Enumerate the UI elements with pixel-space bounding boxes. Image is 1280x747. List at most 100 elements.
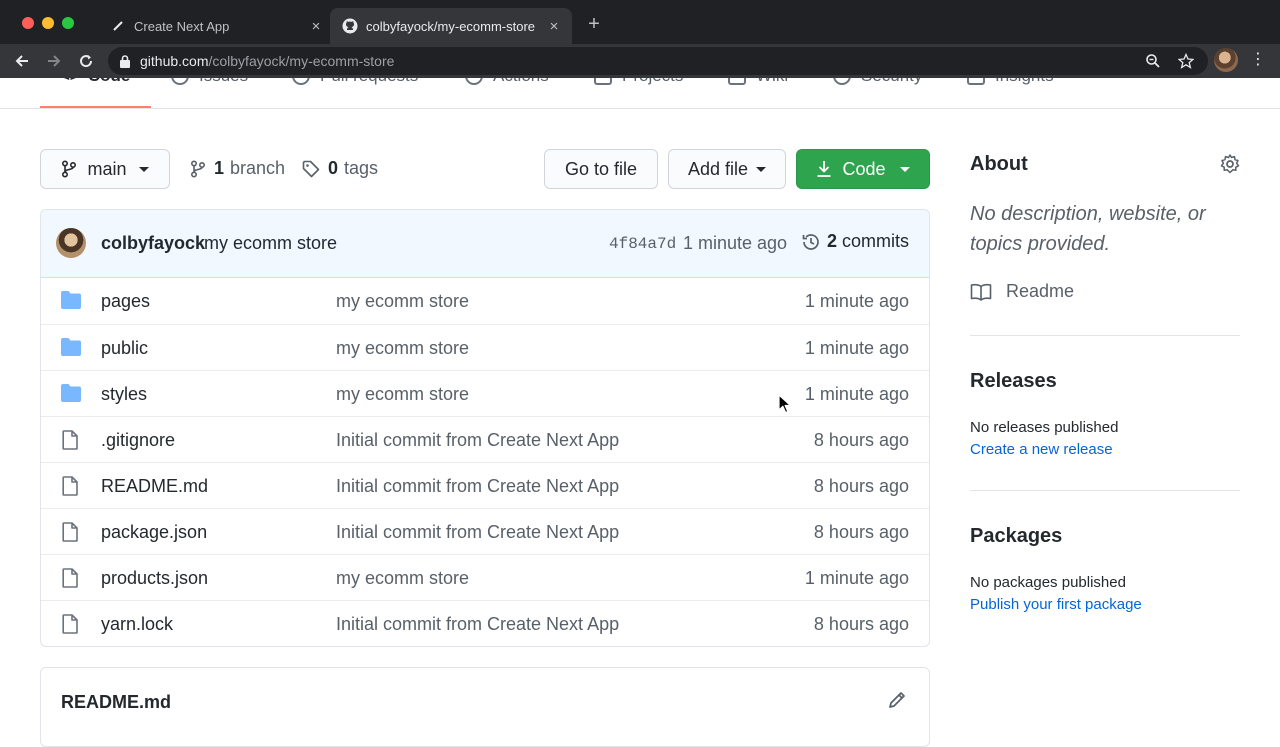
file-commit-message-link[interactable]: Initial commit from Create Next App <box>336 522 619 543</box>
file-row[interactable]: package.json Initial commit from Create N… <box>41 508 929 554</box>
button-label: Add file <box>687 158 749 179</box>
maximize-window-button[interactable] <box>62 17 74 29</box>
back-arrow-icon[interactable] <box>10 49 34 73</box>
releases-text: No releases published <box>970 419 1119 436</box>
zoom-icon[interactable] <box>1141 49 1165 73</box>
create-release-link[interactable]: Create a new release <box>970 441 1113 458</box>
file-commit-message-link[interactable]: my ecomm store <box>336 291 469 312</box>
file-commit-message-link[interactable]: Initial commit from Create Next App <box>336 476 619 497</box>
gear-icon[interactable] <box>1219 153 1241 175</box>
readme-link[interactable]: Readme <box>970 281 1074 302</box>
file-commit-message-link[interactable]: my ecomm store <box>336 568 469 589</box>
reload-icon[interactable] <box>74 49 98 73</box>
file-name-link[interactable]: styles <box>101 384 147 405</box>
file-row[interactable]: .gitignore Initial commit from Create Nex… <box>41 416 929 462</box>
readme-label: Readme <box>1006 281 1075 301</box>
forward-arrow-icon[interactable] <box>42 49 66 73</box>
file-row[interactable]: products.json my ecomm store 1 minute ago <box>41 554 929 600</box>
branch-select-button[interactable]: main <box>40 149 170 189</box>
file-name-link[interactable]: README.md <box>101 476 208 497</box>
repo-nav-more-icon[interactable]: ··· <box>1199 78 1222 86</box>
repo-nav-label: Code <box>88 78 131 86</box>
commit-author-link[interactable]: colbyfayock <box>101 233 205 254</box>
close-window-button[interactable] <box>22 17 34 29</box>
file-row[interactable]: README.md Initial commit from Create Next… <box>41 462 929 508</box>
add-file-button[interactable]: Add file <box>668 149 786 189</box>
about-heading: About <box>970 153 1028 175</box>
git-branch-icon <box>190 159 206 178</box>
file-name-link[interactable]: yarn.lock <box>101 614 173 635</box>
file-row[interactable]: styles my ecomm store 1 minute ago <box>41 370 929 416</box>
file-commit-age: 8 hours ago <box>813 476 909 496</box>
repo-nav-pull-requests[interactable]: Pull requests <box>292 78 418 86</box>
new-tab-button[interactable]: + <box>584 12 604 36</box>
profile-avatar[interactable] <box>1214 48 1238 72</box>
file-commit-message-link[interactable]: Initial commit from Create Next App <box>336 430 619 451</box>
file-row[interactable]: public my ecomm store 1 minute ago <box>41 324 929 370</box>
repo-nav-actions[interactable]: Actions <box>465 78 549 86</box>
author-avatar[interactable] <box>56 228 86 258</box>
commits-link[interactable]: 2 commits <box>801 231 909 252</box>
nextjs-favicon-icon <box>110 18 126 34</box>
code-download-button[interactable]: Code <box>796 149 930 189</box>
repo-nav-wiki[interactable]: Wiki <box>728 78 788 86</box>
history-icon <box>801 232 821 252</box>
commit-sha-link[interactable]: 4f84a7d <box>609 235 676 253</box>
file-icon <box>61 430 81 450</box>
url-text: github.com/colbyfayock/my-ecomm-store <box>140 53 395 69</box>
tab-title: Create Next App <box>134 18 230 34</box>
repo-nav-security[interactable]: Security <box>833 78 922 86</box>
commit-message-link[interactable]: my ecomm store <box>204 233 337 254</box>
repo-nav-issues[interactable]: Issues <box>171 78 248 86</box>
github-favicon-icon <box>342 18 358 34</box>
file-row[interactable]: pages my ecomm store 1 minute ago <box>41 278 929 324</box>
tab-github-repo[interactable]: colbyfayock/my-ecomm-store × <box>330 8 572 44</box>
download-icon <box>816 160 832 178</box>
divider <box>970 335 1240 336</box>
readme-box: README.md <box>40 667 930 747</box>
lock-icon <box>120 54 130 68</box>
tab-title: colbyfayock/my-ecomm-store <box>366 18 536 34</box>
browser-titlebar: Create Next App × colbyfayock/my-ecomm-s… <box>0 0 1280 44</box>
tags-link[interactable]: 0 tags <box>302 158 378 179</box>
file-name-link[interactable]: .gitignore <box>101 430 175 451</box>
file-commit-age: 8 hours ago <box>813 430 909 450</box>
commit-time: 1 minute ago <box>683 233 788 253</box>
file-listing: colbyfayock my ecomm store 4f84a7d 1 min… <box>40 209 930 647</box>
code-icon: <> <box>60 78 80 86</box>
file-name-link[interactable]: products.json <box>101 568 208 589</box>
file-commit-age: 1 minute ago <box>804 384 909 404</box>
file-icon <box>61 476 81 496</box>
file-commit-message-link[interactable]: Initial commit from Create Next App <box>336 614 619 635</box>
file-commit-age: 1 minute ago <box>804 568 909 588</box>
go-to-file-button[interactable]: Go to file <box>544 149 658 189</box>
repo-nav-insights[interactable]: Insights <box>967 78 1054 86</box>
minimize-window-button[interactable] <box>42 17 54 29</box>
chevron-down-icon <box>899 166 910 172</box>
publish-package-link[interactable]: Publish your first package <box>970 596 1142 613</box>
releases-heading[interactable]: Releases <box>970 370 1057 393</box>
graph-icon <box>967 78 985 85</box>
tab-create-next-app[interactable]: Create Next App × <box>98 8 334 44</box>
file-name-link[interactable]: pages <box>101 291 150 312</box>
folder-icon <box>61 338 81 358</box>
file-commit-message-link[interactable]: my ecomm store <box>336 384 469 405</box>
play-icon <box>465 78 483 85</box>
packages-heading[interactable]: Packages <box>970 525 1062 548</box>
pencil-icon[interactable] <box>887 690 909 712</box>
tab-close-icon[interactable]: × <box>544 18 564 35</box>
book-icon <box>728 78 746 85</box>
address-bar[interactable]: github.com/colbyfayock/my-ecomm-store <box>108 47 1208 75</box>
branches-link[interactable]: 1 branch <box>190 158 285 179</box>
file-row[interactable]: yarn.lock Initial commit from Create Next… <box>41 600 929 646</box>
latest-commit-bar: colbyfayock my ecomm store 4f84a7d 1 min… <box>41 210 929 278</box>
repo-nav-projects[interactable]: Projects <box>594 78 683 86</box>
bookmark-star-icon[interactable] <box>1174 49 1198 73</box>
file-name-link[interactable]: public <box>101 338 148 359</box>
repo-nav-code[interactable]: <> Code <box>60 78 130 86</box>
file-name-link[interactable]: package.json <box>101 522 207 543</box>
tab-close-icon[interactable]: × <box>306 18 326 35</box>
divider <box>970 490 1240 491</box>
file-commit-message-link[interactable]: my ecomm store <box>336 338 469 359</box>
browser-menu-icon[interactable]: ⋮ <box>1250 49 1266 73</box>
